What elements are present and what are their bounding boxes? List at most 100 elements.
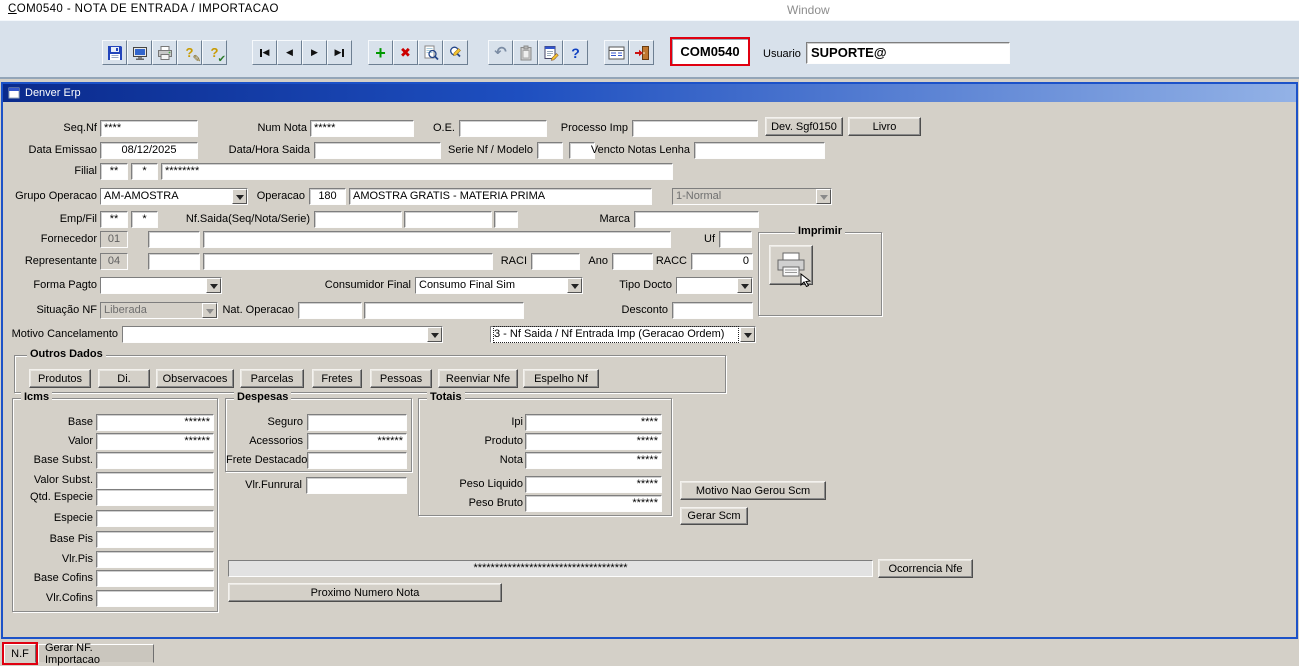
- usuario-input[interactable]: SUPORTE@: [806, 42, 1010, 64]
- add-record-button[interactable]: +: [368, 40, 393, 65]
- paste-icon: [520, 45, 531, 60]
- fornecedor-num-input[interactable]: [148, 231, 200, 248]
- emp-input[interactable]: **: [100, 211, 128, 228]
- nat-operacao-desc-input[interactable]: [364, 302, 524, 319]
- nf-form: Seq.Nf **** Num Nota ***** O.E. Processo…: [3, 102, 1296, 637]
- serie-nf-input[interactable]: [537, 142, 563, 159]
- pessoas-button[interactable]: Pessoas: [370, 369, 432, 388]
- icms-especie-input[interactable]: [96, 510, 214, 527]
- forma-pagto-select[interactable]: [100, 277, 222, 294]
- icms-valor-input[interactable]: ******: [96, 433, 214, 450]
- paste-button[interactable]: [513, 40, 538, 65]
- undo-button[interactable]: ↶: [488, 40, 513, 65]
- desconto-input[interactable]: [672, 302, 753, 319]
- oe-input[interactable]: [459, 120, 547, 137]
- peso-bruto-input[interactable]: ******: [525, 495, 662, 512]
- representante-num-input[interactable]: [148, 253, 200, 270]
- nf-saida-nota-input[interactable]: [404, 211, 492, 228]
- marca-input[interactable]: [634, 211, 759, 228]
- icms-base-subst-input[interactable]: [96, 452, 214, 469]
- tab-nf[interactable]: N.F: [2, 642, 38, 665]
- motivo-cancelamento-select[interactable]: [122, 326, 443, 343]
- print-button[interactable]: [152, 40, 177, 65]
- reenviar-nfe-button[interactable]: Reenviar Nfe: [438, 369, 518, 388]
- filial-emp-input[interactable]: **: [100, 163, 128, 180]
- acessorios-input[interactable]: ******: [307, 433, 407, 450]
- nf-geracao-select[interactable]: 3 - Nf Saida / Nf Entrada Imp (Geracao O…: [490, 326, 756, 343]
- exit-button[interactable]: [629, 40, 654, 65]
- search-form-button[interactable]: [418, 40, 443, 65]
- delete-record-button[interactable]: ✖: [393, 40, 418, 65]
- nota-input[interactable]: *****: [525, 452, 662, 469]
- icms-qtd-especie-input[interactable]: [96, 489, 214, 506]
- nf-saida-label: Nf.Saida(Seq/Nota/Serie): [185, 213, 310, 225]
- peso-liquido-input[interactable]: *****: [525, 476, 662, 493]
- undo-icon: ↶: [494, 44, 507, 61]
- icms-valor-subst-input[interactable]: [96, 472, 214, 489]
- filial-fil-input[interactable]: *: [131, 163, 158, 180]
- fil-input[interactable]: *: [131, 211, 158, 228]
- vlr-funrural-input[interactable]: [306, 477, 407, 494]
- toolbar-group-window: [604, 40, 654, 65]
- tipo-docto-select[interactable]: [676, 277, 753, 294]
- data-hora-saida-input[interactable]: [314, 142, 441, 159]
- edit-form-button[interactable]: [538, 40, 563, 65]
- nav-first-button[interactable]: ◀: [252, 40, 277, 65]
- ocorrencia-display: ************************************: [228, 560, 873, 577]
- di-button[interactable]: Di.: [98, 369, 150, 388]
- motivo-nao-gerou-scm-button[interactable]: Motivo Nao Gerou Scm: [680, 481, 826, 500]
- frete-destacado-input[interactable]: [307, 452, 407, 469]
- racc-input[interactable]: 0: [691, 253, 753, 270]
- vlr-pis-input[interactable]: [96, 551, 214, 568]
- base-cofins-input[interactable]: [96, 570, 214, 587]
- list-button[interactable]: [604, 40, 629, 65]
- grupo-operacao-select[interactable]: AM-AMOSTRA: [100, 188, 248, 205]
- nav-prev-button[interactable]: ◀: [277, 40, 302, 65]
- operacao-desc-input[interactable]: AMOSTRA GRATIS - MATERIA PRIMA: [349, 188, 652, 205]
- ipi-input[interactable]: ****: [525, 414, 662, 431]
- execute-query-button[interactable]: ? ✔: [202, 40, 227, 65]
- observacoes-button[interactable]: Observacoes: [156, 369, 234, 388]
- icms-base-input[interactable]: ******: [96, 414, 214, 431]
- processo-imp-input[interactable]: [632, 120, 758, 137]
- fornecedor-desc-input[interactable]: [203, 231, 671, 248]
- nav-last-button[interactable]: ▶: [327, 40, 352, 65]
- nav-next-button[interactable]: ▶: [302, 40, 327, 65]
- seq-nf-input[interactable]: ****: [100, 120, 198, 137]
- produtos-button[interactable]: Produtos: [29, 369, 91, 388]
- espelho-nf-button[interactable]: Espelho Nf: [523, 369, 599, 388]
- vlr-cofins-input[interactable]: [96, 590, 214, 607]
- save-button[interactable]: [102, 40, 127, 65]
- base-pis-input[interactable]: [96, 531, 214, 548]
- exit-icon: [634, 45, 649, 60]
- dev-sgf0150-button[interactable]: Dev. Sgf0150: [765, 117, 843, 136]
- search-edit-button[interactable]: [443, 40, 468, 65]
- consumidor-final-select[interactable]: Consumo Final Sim: [415, 277, 583, 294]
- fretes-button[interactable]: Fretes: [312, 369, 362, 388]
- representante-desc-input[interactable]: [203, 253, 493, 270]
- enter-query-button[interactable]: ? ✎: [177, 40, 202, 65]
- gerar-scm-button[interactable]: Gerar Scm: [680, 507, 748, 525]
- livro-button[interactable]: Livro: [848, 117, 921, 136]
- nf-saida-serie-input[interactable]: [494, 211, 518, 228]
- imprimir-button[interactable]: [769, 245, 813, 287]
- ocorrencia-nfe-button[interactable]: Ocorrencia Nfe: [878, 559, 973, 578]
- proximo-numero-nota-button[interactable]: Proximo Numero Nota: [228, 583, 502, 602]
- operacao-code-input[interactable]: 180: [309, 188, 346, 205]
- help-button[interactable]: ?: [563, 40, 588, 65]
- produto-input[interactable]: *****: [525, 433, 662, 450]
- totais-group: Totais Ipi **** Produto ***** Nota *****…: [418, 391, 672, 516]
- vencto-notas-lenha-input[interactable]: [694, 142, 825, 159]
- nf-saida-seq-input[interactable]: [314, 211, 402, 228]
- parcelas-button[interactable]: Parcelas: [240, 369, 304, 388]
- fornecedor-code-input: 01: [100, 231, 128, 248]
- monitor-button[interactable]: [127, 40, 152, 65]
- marca-label: Marca: [599, 213, 630, 225]
- tab-gerar-nf-importacao[interactable]: Gerar NF. Importacao: [38, 642, 154, 666]
- seguro-input[interactable]: [307, 414, 407, 431]
- uf-input[interactable]: [719, 231, 752, 248]
- filial-desc-input[interactable]: ********: [161, 163, 673, 180]
- consumidor-final-label: Consumidor Final: [324, 279, 411, 291]
- data-emissao-input[interactable]: 08/12/2025: [100, 142, 198, 159]
- nat-operacao-code-input[interactable]: [298, 302, 362, 319]
